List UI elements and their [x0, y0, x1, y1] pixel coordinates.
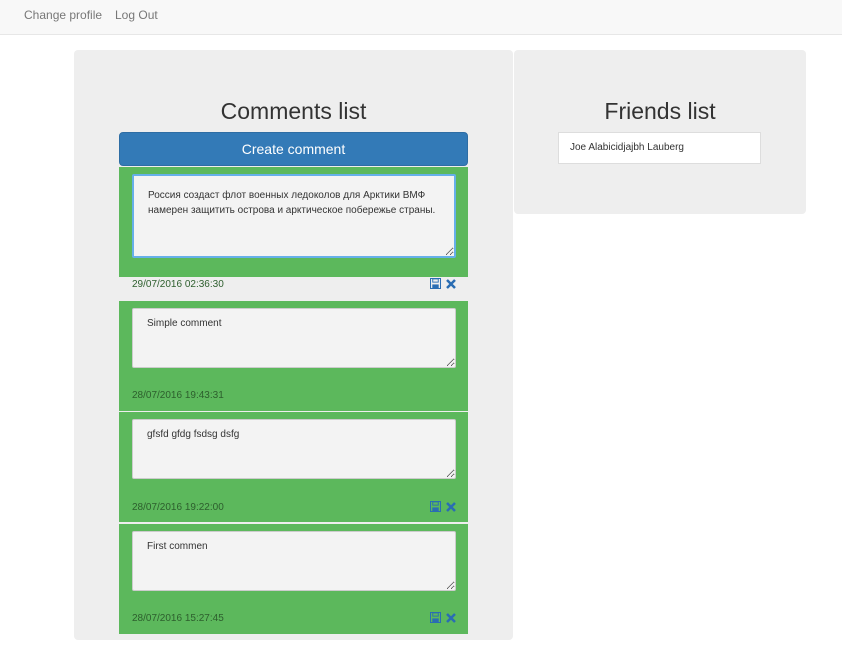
comment-textarea[interactable]: Simple comment [132, 308, 456, 368]
comments-panel: Comments list Create comment Россия созд… [74, 50, 513, 640]
change-profile-link[interactable]: Change profile [24, 8, 102, 22]
comment-item: Simple comment 28/07/2016 19:43:31 [119, 301, 468, 411]
comment-textarea[interactable]: First commen [132, 531, 456, 591]
floppy-disk-icon[interactable] [429, 611, 442, 626]
close-icon[interactable] [446, 613, 456, 626]
comment-textarea[interactable]: gfsfd gfdg fsdsg dsfg [132, 419, 456, 479]
friend-list-item[interactable]: Joe Alabicidjajbh Lauberg [558, 132, 761, 164]
comment-actions [428, 277, 456, 292]
comment-date: 29/07/2016 02:36:30 [132, 279, 224, 290]
close-icon[interactable] [446, 502, 456, 515]
comment-textarea[interactable]: Россия создаст флот военных ледоколов дл… [132, 174, 456, 258]
friends-panel: Friends list Joe Alabicidjajbh Lauberg [514, 50, 806, 214]
comment-date: 28/07/2016 19:43:31 [132, 390, 224, 401]
comment-actions [428, 611, 456, 626]
comment-date: 28/07/2016 15:27:45 [132, 613, 224, 624]
create-comment-button[interactable]: Create comment [119, 132, 468, 166]
comment-actions [428, 500, 456, 515]
friends-title: Friends list [604, 98, 716, 124]
close-icon[interactable] [446, 279, 456, 292]
floppy-disk-icon[interactable] [429, 277, 442, 292]
comment-item: First commen 28/07/2016 15:27:45 [119, 524, 468, 634]
log-out-link[interactable]: Log Out [115, 8, 158, 22]
floppy-disk-icon[interactable] [429, 500, 442, 515]
comments-title: Comments list [220, 98, 367, 124]
comment-date: 28/07/2016 19:22:00 [132, 502, 224, 513]
comment-item: Россия создаст флот военных ледоколов дл… [119, 167, 468, 290]
comment-item: gfsfd gfdg fsdsg dsfg 28/07/2016 19:22:0… [119, 412, 468, 522]
top-navbar: Change profile Log Out [0, 0, 842, 35]
